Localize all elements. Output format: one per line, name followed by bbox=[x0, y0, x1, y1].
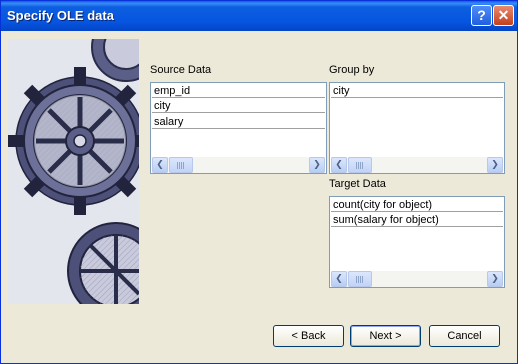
source-data-label: Source Data bbox=[150, 64, 212, 76]
group-by-list[interactable]: city ❮ ❯ bbox=[329, 82, 505, 174]
scroll-left-button[interactable]: ❮ bbox=[331, 271, 347, 287]
grip-icon bbox=[356, 276, 364, 283]
chevron-right-icon: ❯ bbox=[491, 160, 499, 170]
group-by-label: Group by bbox=[329, 64, 375, 76]
chevron-left-icon: ❮ bbox=[156, 160, 164, 170]
chevron-left-icon: ❮ bbox=[335, 160, 343, 170]
chevron-right-icon: ❯ bbox=[491, 274, 499, 284]
help-icon: ? bbox=[477, 7, 486, 23]
list-item[interactable]: sum(salary for object) bbox=[331, 213, 503, 227]
cancel-button[interactable]: Cancel bbox=[429, 325, 500, 347]
window-title: Specify OLE data bbox=[7, 8, 114, 23]
horizontal-scrollbar[interactable]: ❮ ❯ bbox=[331, 157, 503, 173]
scroll-right-button[interactable]: ❯ bbox=[487, 271, 503, 287]
list-item[interactable]: emp_id bbox=[152, 84, 325, 98]
list-item[interactable]: count(city for object) bbox=[331, 198, 503, 212]
scroll-left-button[interactable]: ❮ bbox=[331, 157, 347, 173]
target-data-list[interactable]: count(city for object) sum(salary for ob… bbox=[329, 196, 505, 288]
horizontal-scrollbar[interactable]: ❮ ❯ bbox=[152, 157, 325, 173]
chevron-right-icon: ❯ bbox=[313, 160, 321, 170]
close-button[interactable]: ✕ bbox=[493, 5, 514, 26]
chevron-left-icon: ❮ bbox=[335, 274, 343, 284]
list-item[interactable]: city bbox=[331, 84, 503, 98]
help-button[interactable]: ? bbox=[471, 5, 492, 26]
scroll-thumb[interactable] bbox=[348, 271, 372, 287]
horizontal-scrollbar[interactable]: ❮ ❯ bbox=[331, 271, 503, 287]
scroll-thumb[interactable] bbox=[348, 157, 372, 173]
scroll-right-button[interactable]: ❯ bbox=[487, 157, 503, 173]
title-bar[interactable]: Specify OLE data ? ✕ bbox=[1, 1, 517, 31]
list-item[interactable]: city bbox=[152, 99, 325, 113]
next-button[interactable]: Next > bbox=[350, 325, 421, 347]
dialog-window: Specify OLE data ? ✕ Source Data emp_id … bbox=[0, 0, 518, 364]
scroll-left-button[interactable]: ❮ bbox=[152, 157, 168, 173]
scroll-right-button[interactable]: ❯ bbox=[309, 157, 325, 173]
scroll-thumb[interactable] bbox=[169, 157, 193, 173]
close-icon: ✕ bbox=[497, 7, 510, 23]
gears-illustration bbox=[8, 39, 139, 304]
list-item[interactable]: salary bbox=[152, 115, 325, 129]
source-data-list[interactable]: emp_id city salary ❮ ❯ bbox=[150, 82, 327, 174]
grip-icon bbox=[177, 162, 185, 169]
back-button[interactable]: < Back bbox=[273, 325, 344, 347]
target-data-label: Target Data bbox=[329, 178, 386, 190]
grip-icon bbox=[356, 162, 364, 169]
